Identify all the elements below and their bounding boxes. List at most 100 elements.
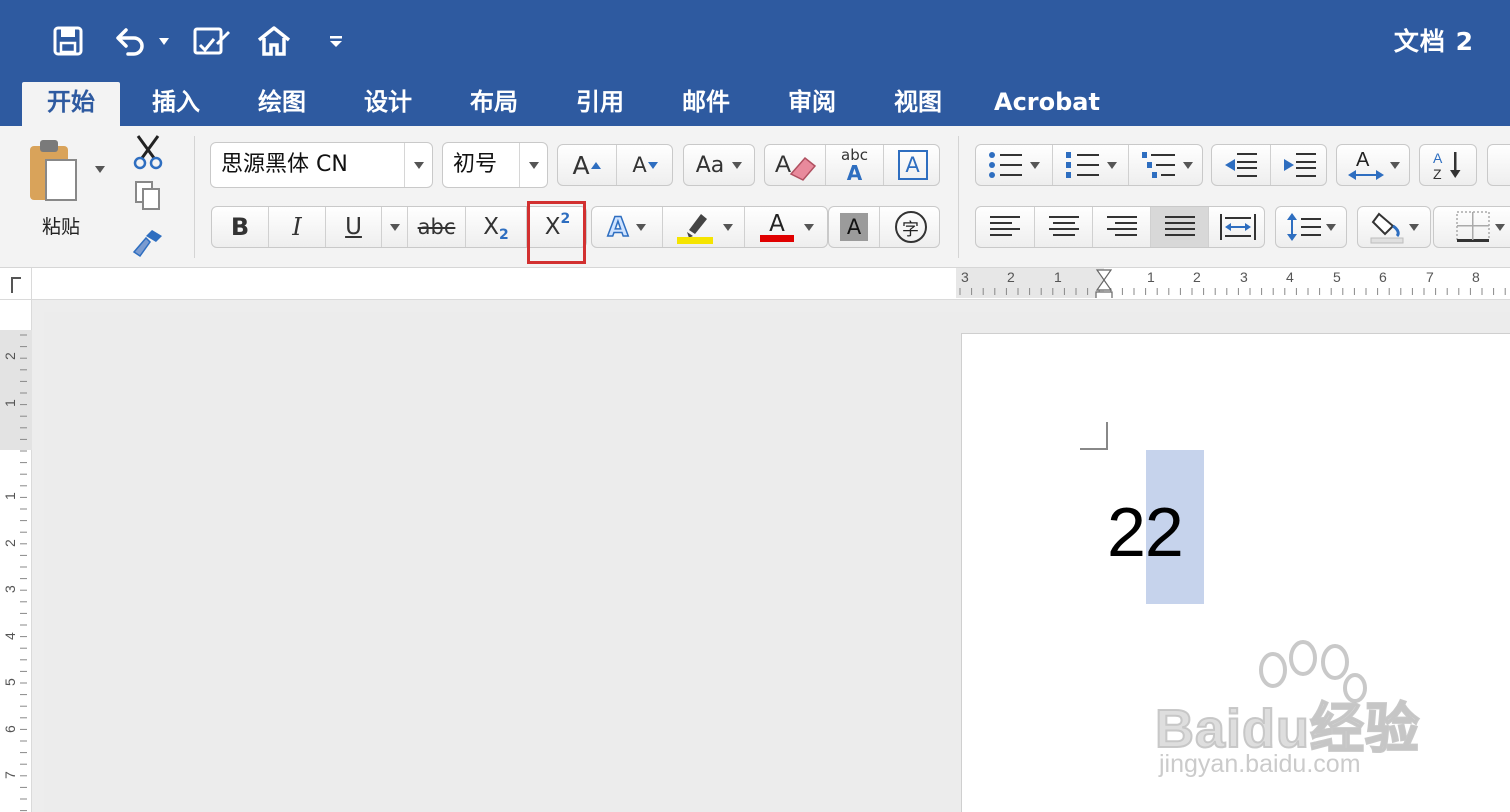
tab-references[interactable]: 引用 xyxy=(564,82,636,126)
ribbon-home: 粘贴 思源黑体 CN 初号 A A Aa A abc A A B I U abc… xyxy=(0,126,1510,268)
grow-up-icon xyxy=(590,162,601,169)
word-window: 文档 2 开始 插入 绘图 设计 布局 引用 邮件 审阅 视图 Acrobat … xyxy=(0,0,1510,812)
format-painter-icon[interactable] xyxy=(130,226,166,262)
numbering-button[interactable] xyxy=(1052,145,1128,185)
subscript-button[interactable]: X2 xyxy=(465,207,526,247)
enclose-characters-button[interactable]: 字 xyxy=(879,207,941,247)
hruler-label: 6 xyxy=(1379,269,1387,285)
clear-formatting-button[interactable]: A xyxy=(765,145,825,185)
line-spacing-icon xyxy=(1287,213,1321,241)
strikethrough-button[interactable]: abc xyxy=(407,207,465,247)
tab-view[interactable]: 视图 xyxy=(882,82,954,126)
tab-design[interactable]: 设计 xyxy=(352,82,424,126)
bullets-button[interactable] xyxy=(976,145,1052,185)
font-name-dropdown[interactable] xyxy=(404,143,432,187)
shrink-font-button[interactable]: A xyxy=(616,145,674,185)
font-color-button[interactable]: A xyxy=(744,207,829,247)
vruler-label: 4 xyxy=(2,632,18,640)
align-center-button[interactable] xyxy=(1034,207,1092,247)
sort-icon: AZ xyxy=(1433,150,1461,182)
tab-selector[interactable] xyxy=(0,268,32,300)
hruler-label: 2 xyxy=(1193,269,1201,285)
justify-button[interactable] xyxy=(1150,207,1208,247)
alignment-group xyxy=(975,206,1265,248)
font-size-value: 初号 xyxy=(453,152,498,177)
font-size-combo[interactable]: 初号 xyxy=(442,142,548,188)
distribute-button[interactable] xyxy=(1208,207,1266,247)
shrink-down-icon xyxy=(647,162,658,169)
vruler-label: 1 xyxy=(2,399,18,407)
multilevel-list-icon xyxy=(1141,152,1175,178)
align-left-icon xyxy=(990,216,1020,236)
customize-toolbar-icon[interactable] xyxy=(326,20,346,62)
tab-layout[interactable]: 布局 xyxy=(458,82,530,126)
align-left-button[interactable] xyxy=(976,207,1034,247)
vruler-label: 1 xyxy=(2,492,18,500)
tab-mailings[interactable]: 邮件 xyxy=(670,82,742,126)
align-right-icon xyxy=(1106,216,1137,236)
ribbon-tabs: 开始 插入 绘图 设计 布局 引用 邮件 审阅 视图 Acrobat xyxy=(0,82,1510,126)
grow-font-button[interactable]: A xyxy=(558,145,616,185)
decrease-indent-button[interactable] xyxy=(1212,145,1270,185)
italic-button[interactable]: I xyxy=(268,207,325,247)
hruler-label: 3 xyxy=(961,269,969,285)
hruler-label: 8 xyxy=(1472,269,1480,285)
clear-format-group: A abc A A xyxy=(764,144,940,186)
font-size-dropdown[interactable] xyxy=(519,143,547,187)
align-center-icon xyxy=(1048,216,1079,236)
multilevel-list-button[interactable] xyxy=(1128,145,1204,185)
paste-button[interactable] xyxy=(26,138,82,212)
text-effects-button[interactable]: A xyxy=(592,207,662,247)
hruler-label: 4 xyxy=(1286,269,1294,285)
svg-text:A: A xyxy=(775,151,791,178)
tab-insert[interactable]: 插入 xyxy=(140,82,212,126)
document-title: 文档 2 xyxy=(1393,27,1474,56)
copy-icon[interactable] xyxy=(134,180,162,216)
tab-review[interactable]: 审阅 xyxy=(776,82,848,126)
cut-icon[interactable] xyxy=(132,134,164,174)
character-border-button[interactable]: A xyxy=(883,145,941,185)
increase-indent-icon xyxy=(1283,153,1316,177)
svg-text:Z: Z xyxy=(1433,166,1442,182)
paste-dropdown-icon[interactable] xyxy=(95,166,105,173)
change-case-icon: Aa xyxy=(695,152,725,178)
title-bar: 文档 2 xyxy=(0,0,1510,82)
increase-indent-button[interactable] xyxy=(1270,145,1328,185)
tab-home[interactable]: 开始 xyxy=(22,82,120,126)
vertical-ruler[interactable]: 2 1 1 2 3 4 5 6 7 xyxy=(0,300,32,812)
borders-button[interactable] xyxy=(1433,206,1510,248)
font-size-group: A A xyxy=(557,144,673,186)
undo-icon[interactable] xyxy=(112,20,150,62)
change-case-button[interactable]: Aa xyxy=(683,144,755,186)
indent-group xyxy=(1211,144,1327,186)
separator xyxy=(194,136,195,258)
phonetic-guide-button[interactable]: abc A xyxy=(825,145,883,185)
horizontal-ruler[interactable]: 3 2 1 1 2 3 4 5 6 7 8 xyxy=(956,268,1510,300)
font-color-icon: A xyxy=(760,212,794,242)
align-right-button[interactable] xyxy=(1092,207,1150,247)
font-name-combo[interactable]: 思源黑体 CN xyxy=(210,142,433,188)
bold-button[interactable]: B xyxy=(212,207,268,247)
character-shading-button[interactable]: A xyxy=(829,207,879,247)
numbering-icon xyxy=(1065,152,1099,178)
tab-acrobat[interactable]: Acrobat xyxy=(990,82,1104,126)
underline-dropdown[interactable] xyxy=(381,207,407,247)
text-direction-button[interactable]: A xyxy=(1336,144,1410,186)
save-icon[interactable] xyxy=(50,20,86,62)
vruler-label: 2 xyxy=(2,352,18,360)
sort-button[interactable]: AZ xyxy=(1419,144,1477,186)
home-icon[interactable] xyxy=(254,20,294,62)
highlight-button[interactable] xyxy=(662,207,744,247)
document-text[interactable]: 22 xyxy=(1107,492,1184,572)
borders-icon xyxy=(1456,211,1490,242)
tab-draw[interactable]: 绘图 xyxy=(246,82,318,126)
underline-button[interactable]: U xyxy=(325,207,381,247)
undo-dropdown-icon[interactable] xyxy=(156,20,172,62)
edit-document-icon[interactable] xyxy=(190,20,234,62)
character-shading-icon: A xyxy=(840,213,868,241)
vruler-label: 5 xyxy=(2,678,18,686)
vruler-label: 6 xyxy=(2,725,18,733)
shading-button[interactable] xyxy=(1357,206,1431,248)
show-formatting-button[interactable] xyxy=(1487,144,1510,186)
line-spacing-button[interactable] xyxy=(1275,206,1347,248)
